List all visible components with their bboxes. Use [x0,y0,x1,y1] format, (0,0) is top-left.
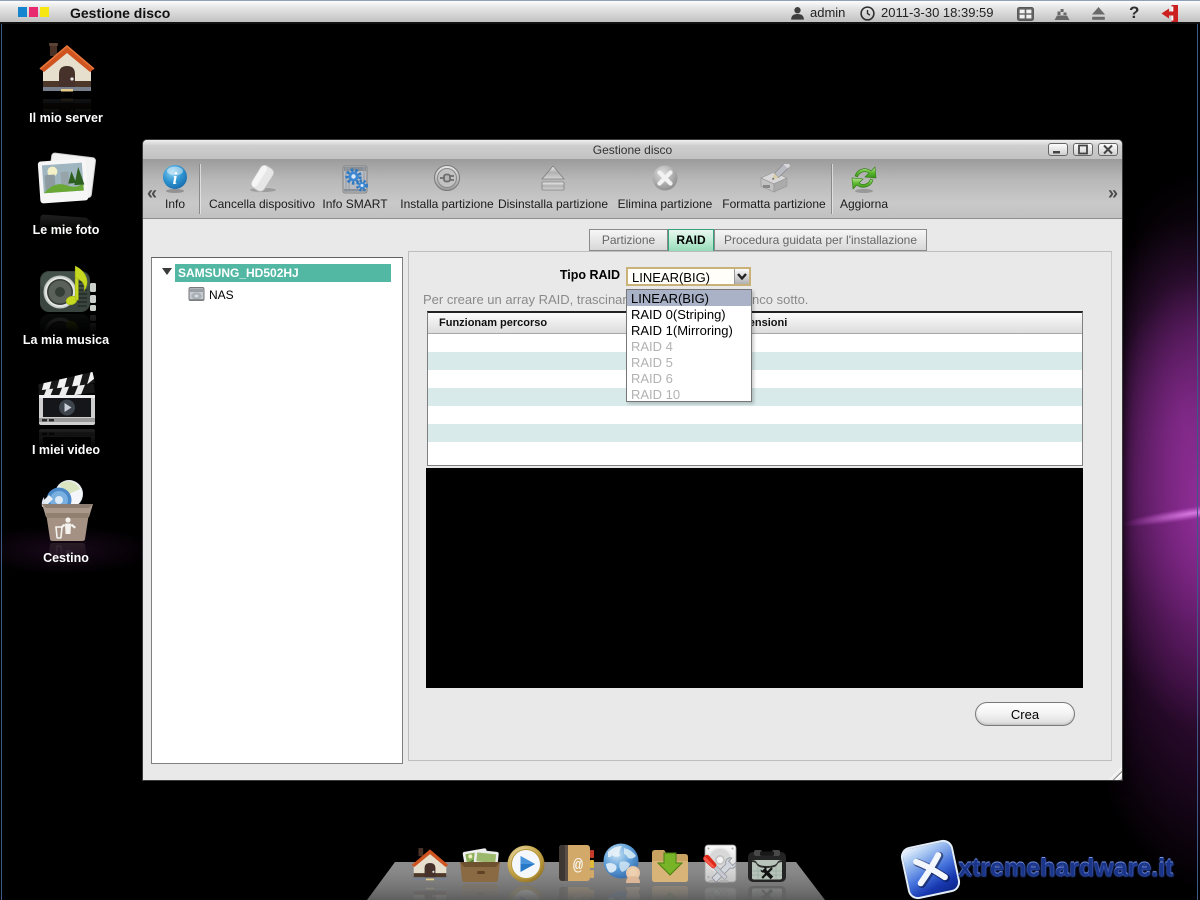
svg-text:@: @ [573,857,583,876]
svg-text:i: i [173,169,178,188]
